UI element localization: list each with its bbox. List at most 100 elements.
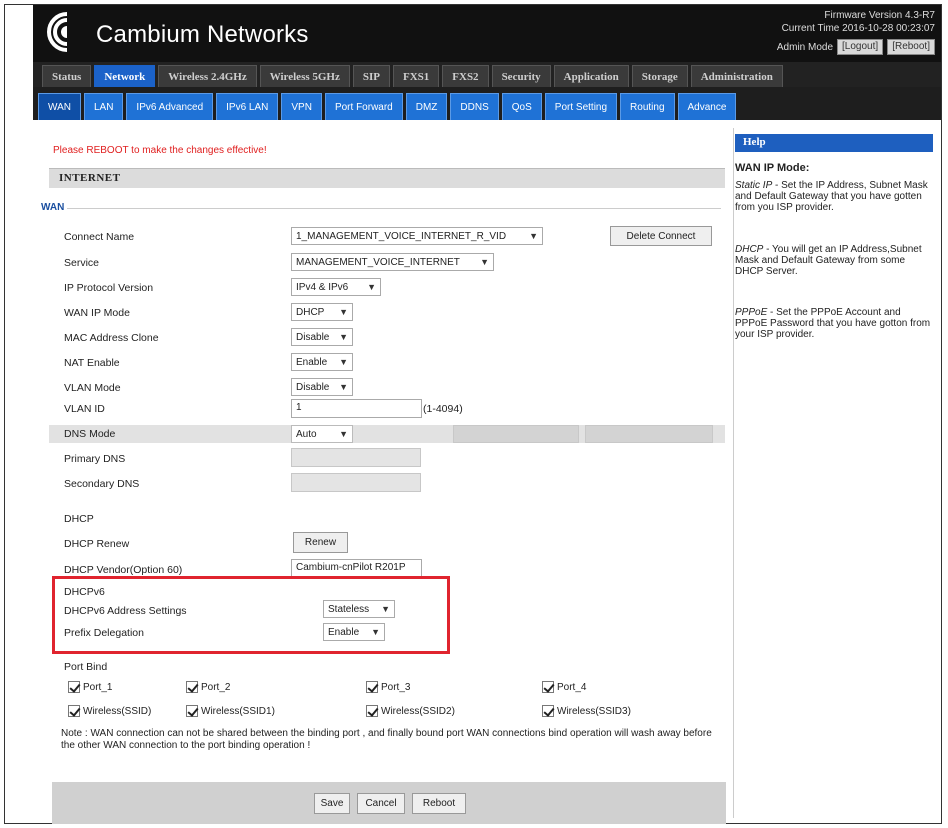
secondary-dns-label: Secondary DNS	[64, 478, 140, 490]
sub-tabs: WAN LAN IPv6 Advanced IPv6 LAN VPN Port Forwa…	[33, 87, 941, 120]
nat-enable-label: NAT Enable	[64, 357, 120, 369]
subtab-vpn[interactable]: VPN	[281, 93, 322, 120]
port-bind-checkbox[interactable]: Port_2	[186, 681, 230, 693]
wan-fieldset-line	[67, 208, 721, 209]
dhcp-label: DHCP	[64, 513, 94, 525]
checkbox-checked-icon[interactable]	[186, 681, 198, 693]
help-divider	[733, 128, 734, 818]
subtab-wan[interactable]: WAN	[38, 93, 81, 120]
checkbox-checked-icon[interactable]	[68, 705, 80, 717]
firmware-version: Firmware Version 4.3-R7	[824, 10, 935, 21]
subtab-ipv6-lan[interactable]: IPv6 LAN	[216, 93, 279, 120]
service-label: Service	[64, 257, 100, 269]
dns-mode-select[interactable]: Auto ▼	[291, 425, 353, 443]
subtab-lan[interactable]: LAN	[83, 93, 124, 120]
nat-enable-select[interactable]: Enable ▼	[291, 353, 353, 371]
action-bar: Save Cancel Reboot	[52, 782, 726, 824]
logout-button[interactable]: [Logout]	[837, 39, 884, 55]
vlan-mode-select[interactable]: Disable ▼	[291, 378, 353, 396]
checkbox-checked-icon[interactable]	[366, 705, 378, 717]
tab-fxs1[interactable]: FXS1	[393, 65, 440, 87]
checkbox-label: Port_1	[83, 681, 113, 693]
port-bind-checkbox[interactable]: Wireless(SSID2)	[366, 705, 455, 717]
port-bind-checkbox[interactable]: Port_4	[542, 681, 586, 693]
port-bind-checkbox[interactable]: Wireless(SSID)	[68, 705, 151, 717]
port-bind-note: Note : WAN connection can not be shared …	[61, 728, 712, 751]
header-reboot-button[interactable]: [Reboot]	[887, 39, 935, 55]
wan-ip-mode-label: WAN IP Mode	[64, 307, 130, 319]
port-bind-checkbox[interactable]: Wireless(SSID3)	[542, 705, 631, 717]
mac-clone-select[interactable]: Disable ▼	[291, 328, 353, 346]
save-button[interactable]: Save	[314, 793, 350, 814]
checkbox-checked-icon[interactable]	[186, 705, 198, 717]
service-select[interactable]: MANAGEMENT_VOICE_INTERNET ▼	[291, 253, 494, 271]
vlan-id-hint: (1-4094)	[423, 403, 463, 415]
subtab-routing[interactable]: Routing	[620, 93, 675, 120]
subtab-dmz[interactable]: DMZ	[405, 93, 448, 120]
tab-sip[interactable]: SIP	[352, 65, 390, 87]
port-bind-checkbox[interactable]: Port_1	[68, 681, 112, 693]
mac-clone-label: MAC Address Clone	[64, 332, 159, 344]
primary-dns-input[interactable]	[291, 448, 421, 467]
checkbox-checked-icon[interactable]	[542, 705, 554, 717]
checkbox-label: Wireless(SSID3)	[557, 705, 631, 717]
checkbox-label: Wireless(SSID)	[83, 705, 152, 717]
chevron-down-icon: ▼	[339, 357, 348, 367]
tab-fxs2[interactable]: FXS2	[442, 65, 489, 87]
admin-mode-label: Admin Mode	[776, 41, 834, 53]
nat-enable-value: Enable	[296, 356, 328, 368]
dns-mode-label: DNS Mode	[64, 428, 116, 440]
subtab-ipv6-advanced[interactable]: IPv6 Advanced	[126, 93, 214, 120]
tab-storage[interactable]: Storage	[631, 65, 688, 87]
subtab-ddns[interactable]: DDNS	[450, 93, 499, 120]
delete-connect-button[interactable]: Delete Connect	[610, 226, 712, 246]
cancel-button[interactable]: Cancel	[357, 793, 405, 814]
wan-ip-mode-value: DHCP	[296, 306, 325, 318]
port-bind-checkbox[interactable]: Port_3	[366, 681, 410, 693]
service-value: MANAGEMENT_VOICE_INTERNET	[296, 256, 460, 268]
dns-mode-cell	[585, 425, 713, 443]
main-tabs: Status Network Wireless 2.4GHz Wireless 5GH…	[33, 62, 941, 87]
connect-name-select[interactable]: 1_MANAGEMENT_VOICE_INTERNET_R_VID ▼	[291, 227, 543, 245]
dhcp-vendor-label: DHCP Vendor(Option 60)	[64, 564, 183, 576]
ip-protocol-select[interactable]: IPv4 & IPv6 ▼	[291, 278, 381, 296]
primary-dns-label: Primary DNS	[64, 453, 126, 465]
subtab-port-forward[interactable]: Port Forward	[324, 93, 403, 120]
vlan-id-input[interactable]: 1	[291, 399, 422, 418]
dhcp-renew-button[interactable]: Renew	[293, 532, 348, 553]
port-bind-label: Port Bind	[64, 661, 108, 673]
subtab-advance[interactable]: Advance	[677, 93, 737, 120]
checkbox-checked-icon[interactable]	[366, 681, 378, 693]
checkbox-label: Wireless(SSID2)	[381, 705, 455, 717]
chevron-down-icon: ▼	[339, 332, 348, 342]
checkbox-label: Port_3	[381, 681, 411, 693]
tab-wireless-5ghz[interactable]: Wireless 5GHz	[259, 65, 350, 87]
tab-status[interactable]: Status	[42, 65, 92, 87]
help-term: Static IP	[735, 180, 773, 191]
mac-clone-value: Disable	[296, 331, 330, 343]
tab-application[interactable]: Application	[553, 65, 629, 87]
tab-administration[interactable]: Administration	[690, 65, 783, 87]
chevron-down-icon: ▼	[339, 429, 348, 439]
section-title: INTERNET	[49, 168, 725, 188]
brand-name: Cambium Networks	[96, 21, 309, 48]
help-term: DHCP	[735, 244, 764, 255]
help-title: WAN IP Mode:	[735, 162, 810, 174]
reboot-notice: Please REBOOT to make the changes effect…	[53, 145, 267, 156]
secondary-dns-input[interactable]	[291, 473, 421, 492]
chevron-down-icon: ▼	[529, 231, 538, 241]
port-bind-checkbox[interactable]: Wireless(SSID1)	[186, 705, 275, 717]
wan-ip-mode-select[interactable]: DHCP ▼	[291, 303, 353, 321]
dns-mode-value: Auto	[296, 428, 317, 440]
checkbox-checked-icon[interactable]	[542, 681, 554, 693]
tab-security[interactable]: Security	[491, 65, 551, 87]
checkbox-checked-icon[interactable]	[68, 681, 80, 693]
subtab-qos[interactable]: QoS	[501, 93, 542, 120]
subtab-port-setting[interactable]: Port Setting	[544, 93, 618, 120]
tab-wireless-2-4ghz[interactable]: Wireless 2.4GHz	[158, 65, 257, 87]
reboot-button[interactable]: Reboot	[412, 793, 466, 814]
connect-name-value: 1_MANAGEMENT_VOICE_INTERNET_R_VID	[296, 230, 507, 242]
dhcp-renew-label: DHCP Renew	[64, 538, 130, 550]
tab-network[interactable]: Network	[94, 65, 156, 87]
browser-frame	[4, 4, 942, 824]
